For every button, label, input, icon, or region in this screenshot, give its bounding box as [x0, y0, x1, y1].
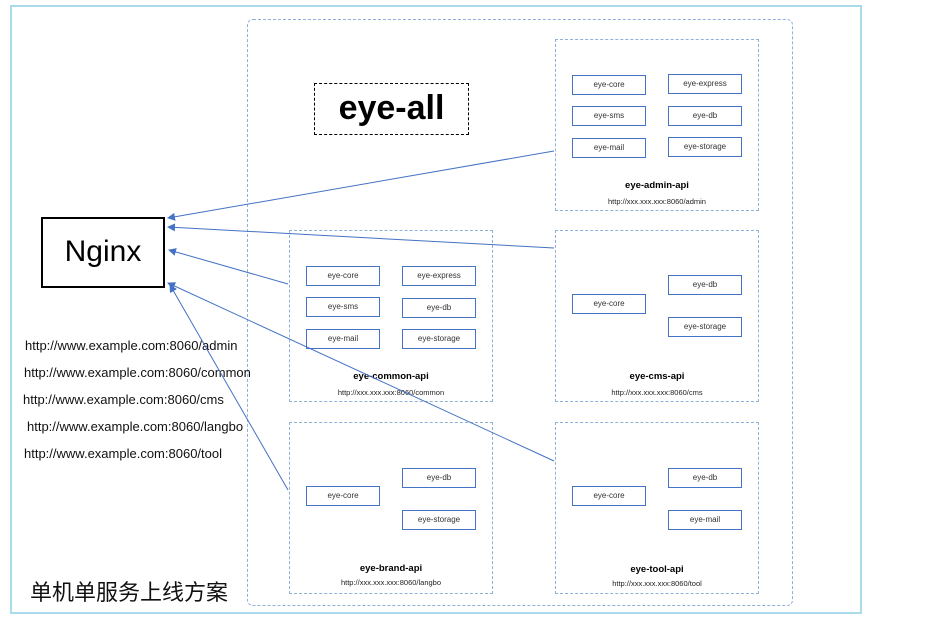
route-cms: http://www.example.com:8060/cms	[23, 392, 224, 407]
module-eye-db: eye-db	[668, 106, 742, 126]
module-eye-db: eye-db	[668, 468, 742, 488]
module-eye-storage: eye-storage	[668, 137, 742, 157]
module-eye-db: eye-db	[402, 298, 476, 318]
module-eye-db: eye-db	[668, 275, 742, 295]
module-eye-mail: eye-mail	[668, 510, 742, 530]
module-eye-core: eye-core	[572, 294, 646, 314]
nginx-box: Nginx	[41, 217, 165, 288]
service-url: http://xxx.xxx.xxx:8060/common	[337, 388, 445, 397]
service-url: http://xxx.xxx.xxx:8060/tool	[612, 579, 702, 588]
service-admin: eye-core eye-express eye-sms eye-db eye-…	[555, 39, 759, 211]
module-eye-storage: eye-storage	[668, 317, 742, 337]
service-brand: eye-core eye-db eye-storage eye-brand-ap…	[289, 422, 493, 594]
service-cms: eye-core eye-db eye-storage eye-cms-api …	[555, 230, 759, 402]
module-eye-express: eye-express	[668, 74, 742, 94]
route-common: http://www.example.com:8060/common	[24, 365, 251, 380]
module-eye-mail: eye-mail	[306, 329, 380, 349]
eye-all-title: eye-all	[314, 83, 469, 135]
module-eye-sms: eye-sms	[572, 106, 646, 126]
module-eye-core: eye-core	[306, 266, 380, 286]
module-eye-storage: eye-storage	[402, 329, 476, 349]
service-name: eye-brand-api	[359, 563, 423, 574]
module-eye-express: eye-express	[402, 266, 476, 286]
scheme-caption: 单机单服务上线方案	[30, 580, 229, 605]
route-admin: http://www.example.com:8060/admin	[25, 338, 238, 353]
service-name: eye-common-api	[353, 371, 429, 382]
module-eye-core: eye-core	[572, 486, 646, 506]
service-url: http://xxx.xxx.xxx:8060/cms	[611, 388, 703, 397]
module-eye-core: eye-core	[572, 75, 646, 95]
service-name: eye-admin-api	[625, 180, 689, 191]
service-name: eye-tool-api	[630, 564, 684, 575]
module-eye-core: eye-core	[306, 486, 380, 506]
module-eye-storage: eye-storage	[402, 510, 476, 530]
service-name: eye-cms-api	[629, 371, 685, 382]
route-langbo: http://www.example.com:8060/langbo	[27, 419, 244, 434]
module-eye-mail: eye-mail	[572, 138, 646, 158]
module-eye-db: eye-db	[402, 468, 476, 488]
service-tool: eye-core eye-db eye-mail eye-tool-api ht…	[555, 422, 759, 594]
service-url: http://xxx.xxx.xxx:8060/admin	[608, 197, 706, 206]
module-eye-sms: eye-sms	[306, 297, 380, 317]
route-tool: http://www.example.com:8060/tool	[24, 446, 222, 461]
service-common: eye-core eye-express eye-sms eye-db eye-…	[289, 230, 493, 402]
service-url: http://xxx.xxx.xxx:8060/langbo	[340, 578, 442, 587]
